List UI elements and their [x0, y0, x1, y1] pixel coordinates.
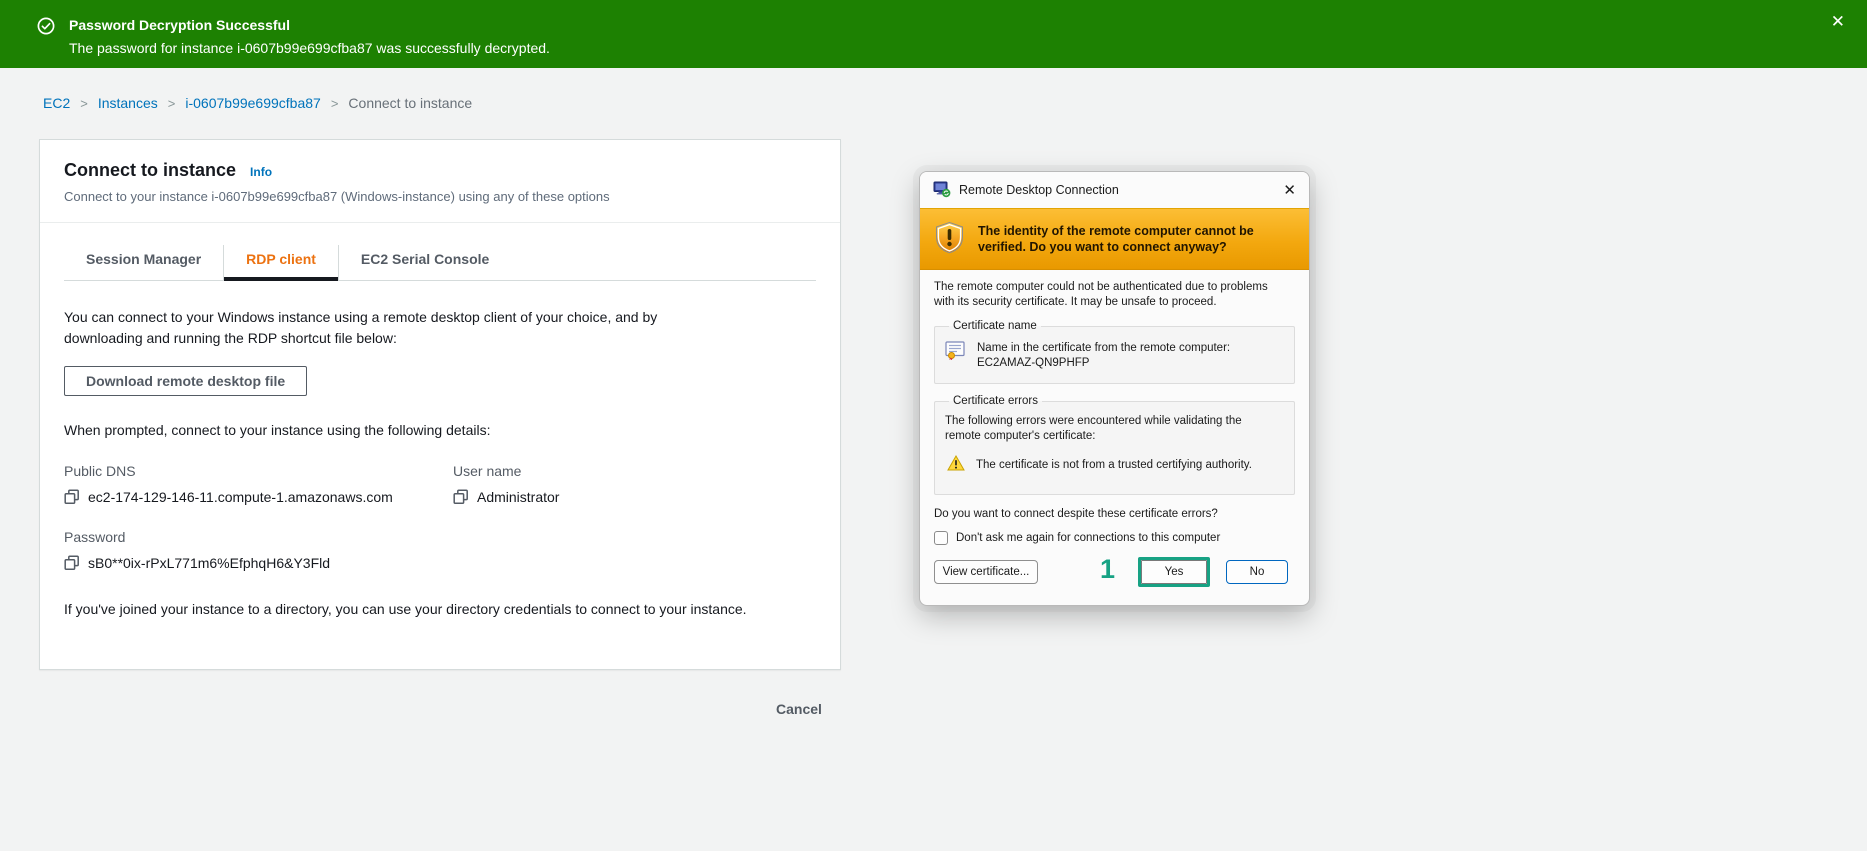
breadcrumb-instances[interactable]: Instances: [98, 95, 158, 111]
copy-icon[interactable]: [453, 489, 469, 505]
dialog-titlebar[interactable]: Remote Desktop Connection ✕: [920, 172, 1309, 208]
breadcrumb-current-page: Connect to instance: [348, 95, 473, 111]
no-button[interactable]: No: [1226, 560, 1288, 584]
intro-text: You can connect to your Windows instance…: [64, 309, 658, 346]
banner-close-icon[interactable]: ✕: [1831, 13, 1845, 30]
success-banner: Password Decryption Successful The passw…: [0, 0, 1867, 68]
certificate-error-item: The certificate is not from a trusted ce…: [976, 458, 1252, 471]
password-label: Password: [64, 529, 126, 545]
page-title: Connect to instance: [64, 160, 237, 180]
public-dns-field: Public DNS ec2-174-129-146-11.compute-1.…: [64, 463, 453, 505]
copy-icon[interactable]: [64, 555, 80, 571]
dialog-close-icon[interactable]: ✕: [1283, 183, 1296, 198]
warning-header-text: The identity of the remote computer cann…: [978, 224, 1254, 254]
breadcrumb-instance-id[interactable]: i-0607b99e699cfba87: [185, 95, 320, 111]
annotation-highlight-box: Yes: [1138, 557, 1210, 587]
directory-note: If you've joined your instance to a dire…: [64, 601, 747, 617]
prompt-text: When prompted, connect to your instance …: [64, 422, 491, 438]
tab-rdp-client[interactable]: RDP client: [223, 245, 338, 281]
certificate-errors-text: The following errors were encountered wh…: [945, 415, 1242, 442]
breadcrumb-separator: >: [80, 95, 88, 111]
shield-warning-icon: [934, 221, 965, 257]
connect-question-text: Do you want to connect despite these cer…: [934, 508, 1218, 520]
public-dns-value: ec2-174-129-146-11.compute-1.amazonaws.c…: [88, 489, 393, 505]
tab-session-manager[interactable]: Session Manager: [64, 245, 223, 280]
banner-title: Password Decryption Successful: [69, 17, 290, 33]
certificate-name-value: EC2AMAZ-QN9PHFP: [977, 357, 1090, 369]
breadcrumb: EC2 > Instances > i-0607b99e699cfba87 > …: [43, 95, 472, 111]
panel-description: Connect to your instance i-0607b99e699cf…: [64, 189, 610, 204]
panel-header: Connect to instance Info Connect to your…: [40, 140, 840, 223]
dialog-footer: View certificate... 1 Yes No: [934, 556, 1295, 592]
cancel-button[interactable]: Cancel: [776, 701, 822, 717]
user-name-label: User name: [453, 463, 522, 479]
dialog-body: The remote computer could not be authent…: [920, 270, 1309, 605]
dialog-body-text: The remote computer could not be authent…: [934, 281, 1268, 308]
banner-message: The password for instance i-0607b99e699c…: [69, 40, 550, 56]
dont-ask-again-label: Don't ask me again for connections to th…: [956, 532, 1221, 544]
dialog-title: Remote Desktop Connection: [959, 183, 1119, 197]
remote-desktop-icon: [933, 180, 951, 201]
user-name-field: User name Administrator: [453, 463, 559, 505]
certificate-name-legend: Certificate name: [953, 320, 1037, 332]
user-name-value: Administrator: [477, 489, 560, 505]
breadcrumb-separator: >: [167, 95, 176, 111]
certificate-icon: [945, 341, 966, 363]
connection-details: Public DNS ec2-174-129-146-11.compute-1.…: [64, 463, 816, 571]
certificate-errors-legend: Certificate errors: [953, 395, 1038, 407]
remote-desktop-connection-dialog: Remote Desktop Connection ✕ The identity…: [919, 171, 1310, 606]
rdp-client-tab-content: You can connect to your Windows instance…: [40, 281, 840, 617]
password-value: sB0**0ix-rPxL771m6%EfphqH6&Y3Fld: [88, 555, 331, 571]
breadcrumb-ec2[interactable]: EC2: [43, 95, 70, 111]
connect-to-instance-panel: Connect to instance Info Connect to your…: [39, 139, 841, 670]
copy-icon[interactable]: [64, 489, 80, 505]
yes-button[interactable]: Yes: [1141, 560, 1207, 584]
password-field: Password sB0**0ix-rPxL771m6%EfphqH6&Y3Fl…: [64, 529, 816, 571]
annotation-step-number: 1: [1100, 554, 1116, 584]
view-certificate-button[interactable]: View certificate...: [934, 560, 1038, 584]
certificate-errors-group: Certificate errors The following errors …: [934, 395, 1295, 495]
public-dns-label: Public DNS: [64, 463, 136, 479]
dialog-warning-header: The identity of the remote computer cann…: [920, 208, 1309, 270]
warning-triangle-icon: [947, 454, 965, 474]
check-circle-icon: [37, 17, 55, 40]
connection-tabs: Session Manager RDP client EC2 Serial Co…: [64, 245, 816, 281]
dont-ask-again-checkbox[interactable]: [934, 531, 948, 545]
breadcrumb-separator: >: [330, 95, 339, 111]
info-link[interactable]: Info: [250, 165, 272, 179]
certificate-name-text: Name in the certificate from the remote …: [977, 342, 1231, 354]
certificate-name-group: Certificate name Name in the certificate…: [934, 320, 1295, 384]
tab-ec2-serial-console[interactable]: EC2 Serial Console: [337, 245, 511, 280]
download-remote-desktop-file-button[interactable]: Download remote desktop file: [64, 366, 308, 396]
